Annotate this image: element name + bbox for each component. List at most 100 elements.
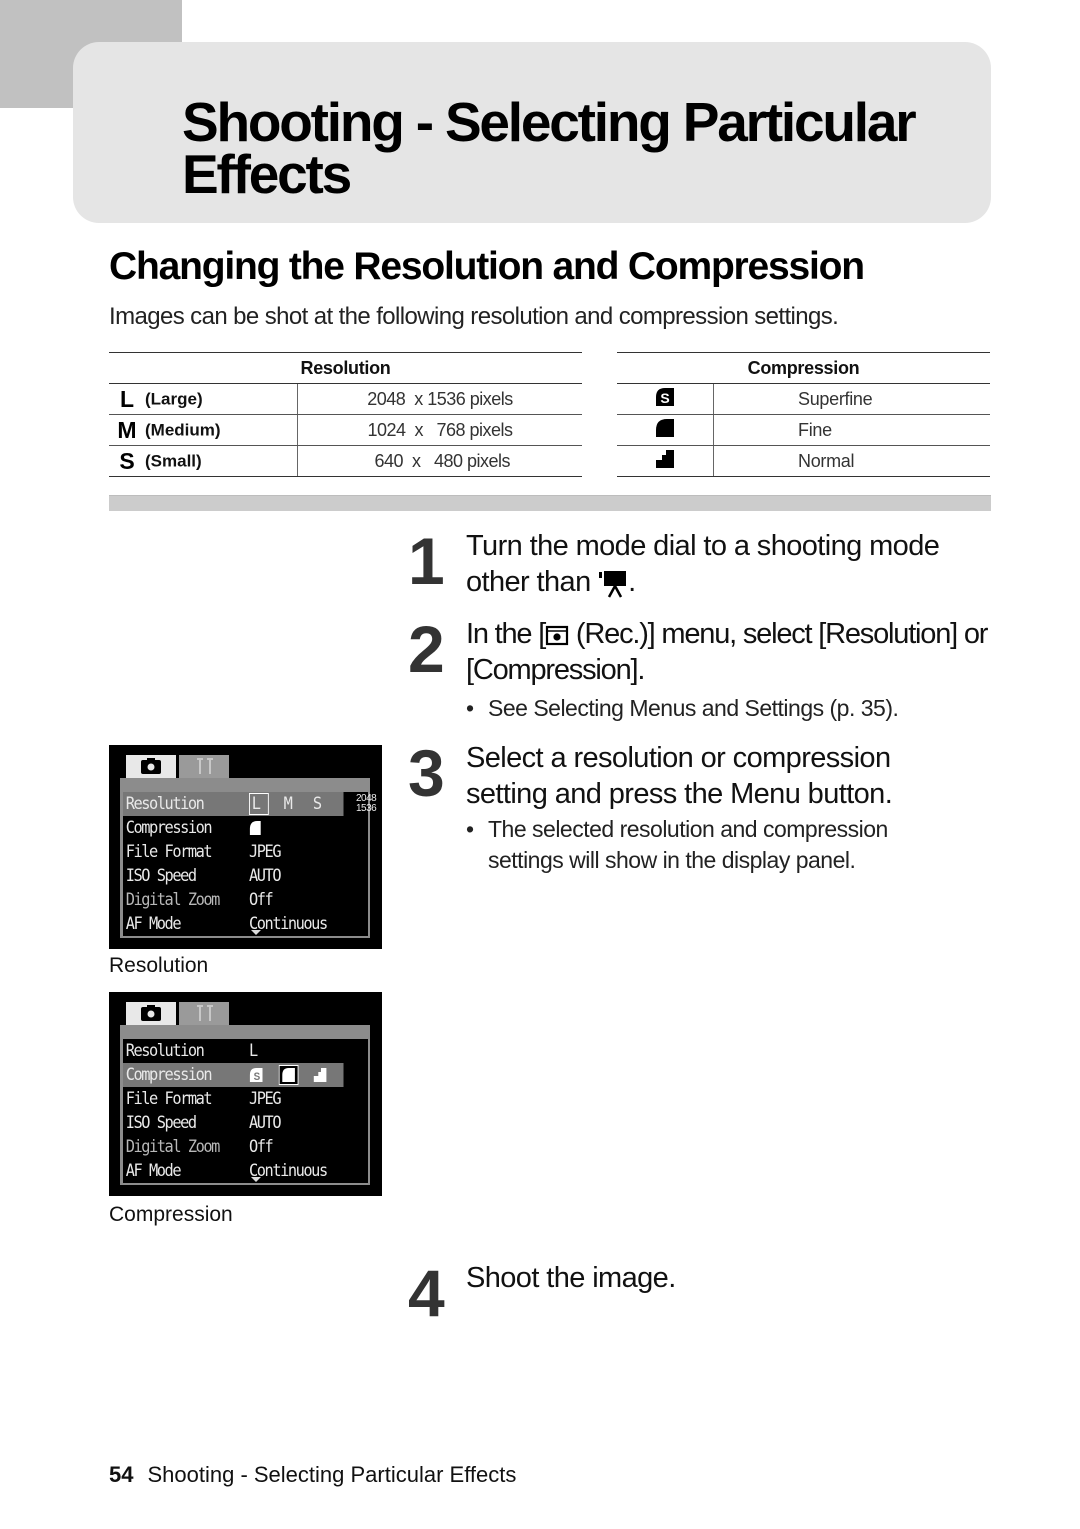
bullet-text: See Selecting Menus and Settings (p. 35)… <box>488 695 899 721</box>
superfine-icon: S <box>656 387 674 406</box>
compression-value: Normal <box>713 445 990 477</box>
table-row: L (Large) 2048 x 1536 pixels <box>109 383 582 415</box>
resolution-name: (Medium) <box>145 420 221 439</box>
bullet-item: • The selected resolution and compression… <box>466 814 966 876</box>
lcd-screen-resolution: Resolution L M S 2048 1536 Compression Fi… <box>109 745 382 949</box>
footer-chapter: Shooting - Selecting Particular Effects <box>147 1462 517 1487</box>
page-title: Shooting - Selecting Particular Effects <box>182 91 917 205</box>
fine-icon <box>249 821 261 835</box>
menu-value: S <box>249 1063 328 1087</box>
menu-value: Off <box>249 890 274 910</box>
resolution-size: 2048 1536 <box>356 794 377 814</box>
step-number: 4 <box>408 1256 445 1330</box>
scroll-down-arrow-icon <box>251 930 261 935</box>
compression-value: Fine <box>713 414 990 446</box>
intro-text: Images can be shot at the following reso… <box>109 303 839 330</box>
normal-icon <box>656 449 674 468</box>
menu-value: Off <box>249 1137 274 1157</box>
compression-table-header: Compression <box>617 352 990 384</box>
fine-icon <box>278 1065 299 1085</box>
menu-label: AF Mode <box>125 1161 182 1181</box>
menu-label: File Format <box>125 842 213 862</box>
medium-resolution-icon: M <box>117 416 137 443</box>
camera-tab <box>126 1002 176 1025</box>
step-text: Select a resolution or compression setti… <box>466 742 893 810</box>
bullet-text: The selected resolution and compression <box>488 816 888 842</box>
resolution-table-header: Resolution <box>109 352 582 384</box>
menu-label: Resolution <box>125 1041 205 1061</box>
menu-label: File Format <box>125 1089 213 1109</box>
menu-row: Resolution L <box>123 1039 344 1063</box>
section-divider <box>109 495 991 511</box>
resolution-name: (Small) <box>145 451 202 470</box>
page-footer: 54 Shooting - Selecting Particular Effect… <box>109 1462 516 1488</box>
menu-value: JPEG <box>249 842 282 862</box>
bullet-item: • See Selecting Menus and Settings (p. 35… <box>466 695 899 721</box>
menu-list: Resolution L M S 2048 1536 Compression Fi… <box>123 792 377 936</box>
menu-value: L <box>249 1041 258 1061</box>
menu-value <box>249 816 262 840</box>
figure-caption: Resolution <box>109 954 209 977</box>
rec-camera-icon <box>545 626 569 646</box>
step-number: 1 <box>408 524 445 598</box>
menu-row: File Format JPEG <box>123 840 344 864</box>
menu-value: JPEG <box>249 1089 282 1109</box>
table-row: Normal <box>617 445 990 477</box>
resolution-name: (Large) <box>145 389 203 408</box>
page-number: 54 <box>109 1462 134 1487</box>
menu-label: AF Mode <box>125 914 182 934</box>
table-row: S (Small) 640 x 480 pixels <box>109 445 582 477</box>
superfine-icon: S <box>249 1068 263 1083</box>
step-number: 2 <box>408 612 445 686</box>
resolution-value: 1024 x 768 pixels <box>297 414 582 446</box>
menu-panel: Resolution L M S 2048 1536 Compression Fi… <box>120 778 377 938</box>
step-number: 3 <box>408 736 445 810</box>
camera-icon <box>141 758 161 774</box>
menu-value: AUTO <box>249 1113 282 1133</box>
menu-row: AF Mode Continuous <box>123 1159 344 1183</box>
step-text: Shoot the image. <box>466 1262 676 1294</box>
menu-label: Digital Zoom <box>125 1137 221 1157</box>
menu-label: Digital Zoom <box>125 890 221 910</box>
menu-label: ISO Speed <box>125 866 197 886</box>
menu-list: Resolution L Compression S File Format JPE… <box>123 1039 368 1183</box>
menu-label: ISO Speed <box>125 1113 197 1133</box>
menu-row: File Format JPEG <box>123 1087 344 1111</box>
menu-row: ISO Speed AUTO <box>123 864 344 888</box>
table-row: S Superfine <box>617 383 990 415</box>
settings-tab <box>179 1002 229 1025</box>
menu-label: Resolution <box>125 794 205 814</box>
menu-row: Digital Zoom Off <box>123 888 344 912</box>
step-text-part: Turn the mode dial to a shooting mode ot… <box>466 530 940 598</box>
step-text-part: In the [ <box>466 618 546 650</box>
step-text: In the [ (Rec.)] menu, select [Resolutio… <box>466 616 1006 688</box>
section-title: Changing the Resolution and Compression <box>109 245 865 288</box>
wrench-icon <box>197 1005 213 1021</box>
step-text-part: . <box>628 566 636 598</box>
camera-icon <box>141 1005 161 1021</box>
menu-label: Compression <box>125 818 213 838</box>
normal-icon <box>314 1068 327 1082</box>
svg-text:S: S <box>660 390 669 406</box>
menu-row: AF Mode Continuous <box>123 912 344 936</box>
scroll-down-arrow-icon <box>251 1177 261 1182</box>
resolution-value: 2048 x 1536 pixels <box>297 383 582 415</box>
fine-icon <box>656 418 674 437</box>
resolution-table: Resolution L (Large) 2048 x 1536 pixels M… <box>109 352 582 477</box>
figure-caption: Compression <box>109 1203 233 1226</box>
menu-row: Digital Zoom Off <box>123 1135 344 1159</box>
lcd-screen-compression: Resolution L Compression S File Format JPE… <box>109 992 382 1196</box>
compression-table: Compression S Superfine Fine Normal <box>617 352 990 477</box>
size-height: 1536 <box>356 803 377 814</box>
menu-panel: Resolution L Compression S File Format JPE… <box>120 1025 370 1185</box>
menu-row: Resolution L M S <box>123 792 344 816</box>
menu-value: AUTO <box>249 866 282 886</box>
compression-value: Superfine <box>713 383 990 415</box>
large-resolution-icon: L <box>119 385 135 412</box>
menu-value: L M S <box>249 792 327 816</box>
menu-row: Compression <box>123 816 344 840</box>
movie-icon <box>599 571 627 598</box>
bullet-text: settings will show in the display panel. <box>488 847 856 873</box>
table-row: M (Medium) 1024 x 768 pixels <box>109 414 582 446</box>
step-text: Turn the mode dial to a shooting mode ot… <box>466 528 1006 600</box>
